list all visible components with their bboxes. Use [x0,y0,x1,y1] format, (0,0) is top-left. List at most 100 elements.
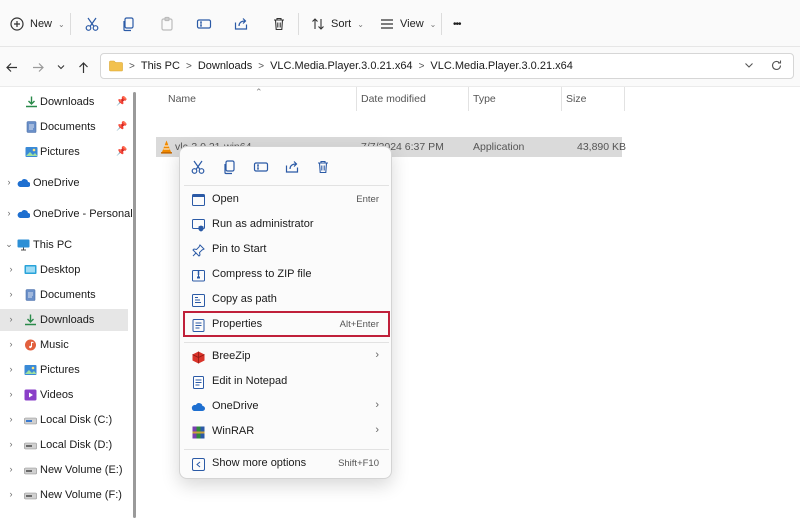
chevron-right-icon[interactable]: › [6,414,16,424]
sidebar-scrollbar[interactable] [133,92,136,518]
rename-button[interactable] [251,157,271,177]
drive-icon [24,442,37,450]
menu-item-winrar[interactable]: WinRAR › [184,419,389,444]
menu-item-compress-to-zip[interactable]: Compress to ZIP file [184,262,389,287]
cut-button[interactable] [84,11,100,37]
menu-item-show-more-options[interactable]: Show more options Shift+F10 [184,451,389,476]
column-divider[interactable] [624,87,625,111]
back-button[interactable] [2,58,20,76]
share-icon [234,18,248,30]
delete-icon [318,160,328,174]
chevron-right-icon[interactable]: › [6,339,16,349]
chevron-right-icon[interactable]: › [6,289,16,299]
breadcrumb-this-pc[interactable]: This PC [141,60,180,72]
paste-button[interactable] [159,11,175,37]
share-button[interactable] [233,11,249,37]
breadcrumb-vlc-folder[interactable]: VLC.Media.Player.3.0.21.x64 [270,60,412,72]
chevron-right-icon[interactable]: › [6,364,16,374]
menu-item-copy-as-path[interactable]: Copy as path [184,287,389,312]
sidebar-item-videos[interactable]: › Videos [0,384,128,406]
cloud-icon [17,210,30,218]
chevron-right-icon[interactable]: › [6,314,16,324]
column-divider[interactable] [561,87,562,111]
paste-icon [161,16,173,31]
sidebar-item-downloads-pinned[interactable]: Downloads 📌 [0,91,128,113]
chevron-down-icon[interactable]: ⌄ [4,239,14,250]
chevron-right-icon[interactable]: › [6,389,16,399]
open-icon [191,193,205,207]
recent-locations-button[interactable] [52,58,70,76]
copy-button[interactable] [220,157,240,177]
chevron-right-icon[interactable]: › [6,464,16,474]
more-icon: ••• [453,18,461,30]
sidebar-item-onedrive-personal[interactable]: › OneDrive - Personal [0,203,133,225]
view-button[interactable]: View ⌄ [380,11,436,37]
download-icon [26,96,37,108]
chevron-right-icon[interactable]: › [6,489,16,499]
download-icon [25,314,36,326]
menu-item-label: WinRAR [212,425,255,437]
menu-item-onedrive[interactable]: OneDrive › [184,394,389,419]
forward-button[interactable] [29,58,47,76]
chevron-down-icon [745,63,753,68]
sidebar-item-desktop[interactable]: › Desktop [0,259,128,281]
chevron-right-icon[interactable]: › [4,177,14,187]
column-divider[interactable] [356,87,357,111]
menu-item-run-as-administrator[interactable]: Run as administrator [184,212,389,237]
menu-item-label: Open [212,193,239,205]
sidebar-item-downloads[interactable]: › Downloads [0,309,128,331]
drive-icon [24,467,37,475]
delete-button[interactable] [313,157,333,177]
sort-button[interactable]: Sort ⌄ [311,11,364,37]
copy-icon [224,160,235,175]
column-divider[interactable] [468,87,469,111]
new-button[interactable]: New ⌄ [10,11,65,37]
navigation-bar: > This PC > Downloads > VLC.Media.Player… [0,47,800,87]
sidebar-item-new-volume-e[interactable]: › New Volume (E:) [0,459,128,481]
column-header-date-modified[interactable]: Date modified [361,93,426,105]
column-header-type[interactable]: Type [473,93,496,105]
refresh-button[interactable] [770,59,783,75]
sidebar-item-label: Desktop [40,264,81,276]
breadcrumb-vlc-subfolder[interactable]: VLC.Media.Player.3.0.21.x64 [430,60,572,72]
column-header-size[interactable]: Size [566,93,586,105]
sidebar-item-onedrive[interactable]: › OneDrive [0,172,128,194]
chevron-right-icon[interactable]: › [4,208,14,218]
address-bar[interactable]: > This PC > Downloads > VLC.Media.Player… [100,53,794,79]
sidebar-item-this-pc[interactable]: ⌄ This PC [0,234,128,256]
chevron-right-icon[interactable]: › [6,264,16,274]
arrow-right-icon [32,62,44,72]
copy-button[interactable] [121,11,137,37]
more-options-button[interactable]: ••• [453,11,461,37]
column-header-name[interactable]: Name [168,93,196,105]
cloud-icon [17,179,30,187]
up-button[interactable] [74,58,92,76]
rename-icon [253,162,269,172]
cut-button[interactable] [188,157,208,177]
chevron-right-icon[interactable]: › [6,439,16,449]
breezip-icon [191,350,205,364]
desktop-icon [24,265,37,274]
address-history-button[interactable] [743,59,755,74]
sidebar-item-documents-pinned[interactable]: Documents 📌 [0,116,128,138]
sidebar-item-local-disk-d[interactable]: › Local Disk (D:) [0,434,128,456]
sidebar-item-pictures[interactable]: › Pictures [0,359,128,381]
sidebar-item-local-disk-c[interactable]: › Local Disk (C:) [0,409,128,431]
sidebar-item-documents[interactable]: › Documents [0,284,128,306]
menu-item-edit-in-notepad[interactable]: Edit in Notepad [184,369,389,394]
menu-item-pin-to-start[interactable]: Pin to Start [184,237,389,262]
sidebar-item-label: Downloads [40,314,95,326]
menu-item-breezip[interactable]: BreeZip › [184,344,389,369]
rename-button[interactable] [196,11,212,37]
delete-button[interactable] [271,11,287,37]
sidebar-item-pictures-pinned[interactable]: Pictures 📌 [0,141,128,163]
menu-item-open[interactable]: Open Enter [184,187,389,212]
breadcrumb-separator: > [185,60,192,72]
breadcrumb-downloads[interactable]: Downloads [198,60,252,72]
sidebar-item-new-volume-f[interactable]: › New Volume (F:) [0,484,128,506]
share-button[interactable] [282,157,302,177]
copy-icon [123,17,134,32]
chevron-right-icon: › [375,424,379,436]
sidebar-item-music[interactable]: › Music [0,334,128,356]
menu-item-label: Compress to ZIP file [212,268,312,280]
